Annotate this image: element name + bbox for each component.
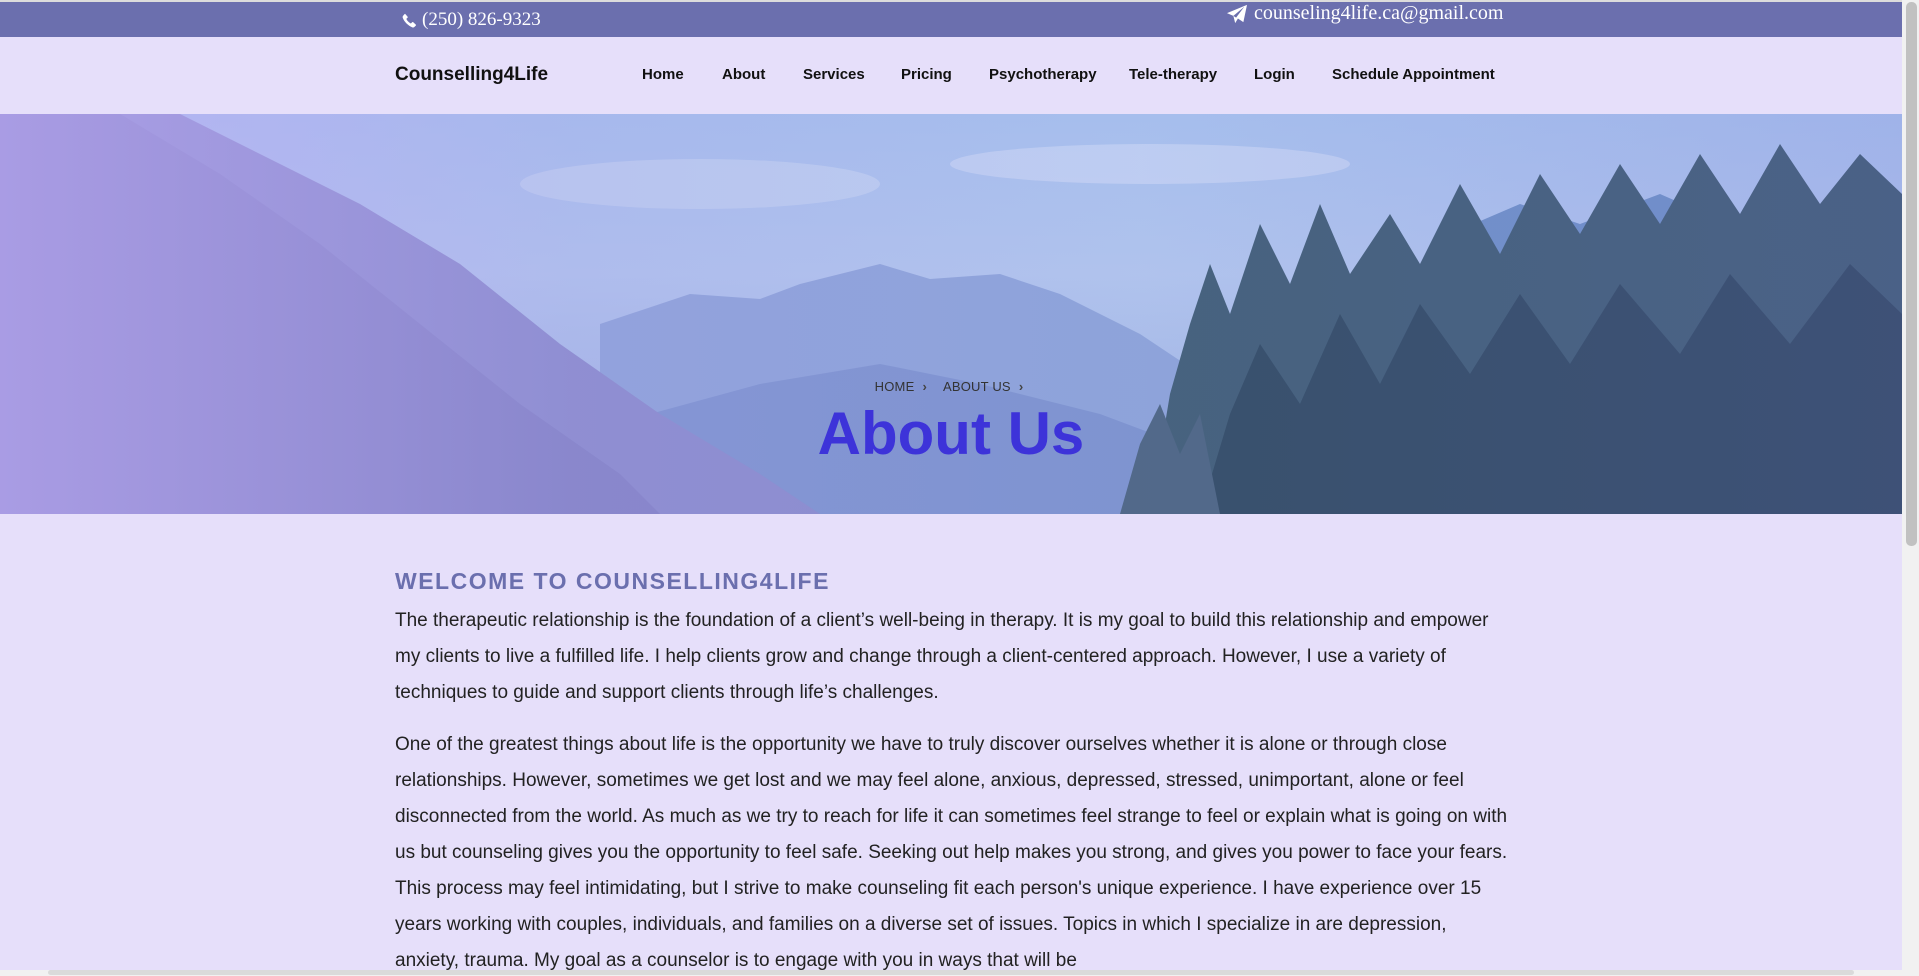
- intro-paragraph: The therapeutic relationship is the foun…: [395, 610, 1489, 703]
- main-navbar: Counselling4Life Home About Services Pri…: [0, 37, 1902, 114]
- nav-pricing[interactable]: Pricing: [901, 66, 952, 83]
- vertical-scrollbar-thumb[interactable]: [1906, 2, 1917, 546]
- email-link[interactable]: counseling4life.ca@gmail.com: [1226, 2, 1503, 25]
- hero-banner: HOME › ABOUT US › About Us: [0, 114, 1902, 514]
- nav-services[interactable]: Services: [803, 66, 865, 83]
- about-content: WELCOME TO COUNSELLING4LIFE The therapeu…: [395, 568, 1510, 976]
- email-address: counseling4life.ca@gmail.com: [1254, 2, 1504, 24]
- nav-about[interactable]: About: [722, 66, 765, 83]
- chevron-right-icon: ›: [922, 379, 927, 394]
- phone-icon: [402, 13, 416, 27]
- site-logo[interactable]: Counselling4Life: [395, 64, 548, 86]
- breadcrumb-about-us[interactable]: ABOUT US: [943, 379, 1011, 394]
- body-paragraph: One of the greatest things about life is…: [395, 734, 1508, 971]
- nav-home[interactable]: Home: [642, 66, 684, 83]
- phone-link[interactable]: (250) 826-9323: [402, 9, 541, 31]
- horizontal-scrollbar-thumb[interactable]: [48, 970, 1854, 975]
- vertical-scrollbar[interactable]: [1902, 0, 1919, 976]
- nav-login[interactable]: Login: [1254, 66, 1295, 83]
- chevron-right-icon: ›: [1018, 379, 1024, 394]
- breadcrumb-home[interactable]: HOME: [875, 379, 915, 394]
- page-viewport: (250) 826-9323 counseling4life.ca@gmail.…: [0, 0, 1902, 976]
- nav-tele-therapy[interactable]: Tele-therapy: [1129, 66, 1217, 83]
- nav-psychotherapy[interactable]: Psychotherapy: [989, 66, 1097, 83]
- nav-schedule-appointment[interactable]: Schedule Appointment: [1332, 66, 1495, 83]
- contact-bar: (250) 826-9323 counseling4life.ca@gmail.…: [0, 0, 1902, 37]
- breadcrumb: HOME › ABOUT US ›: [0, 379, 1902, 394]
- page-title: About Us: [817, 400, 1085, 467]
- phone-number: (250) 826-9323: [422, 9, 541, 30]
- paper-plane-icon: [1227, 4, 1247, 23]
- welcome-heading: WELCOME TO COUNSELLING4LIFE: [395, 568, 830, 594]
- horizontal-scrollbar[interactable]: [0, 970, 1902, 976]
